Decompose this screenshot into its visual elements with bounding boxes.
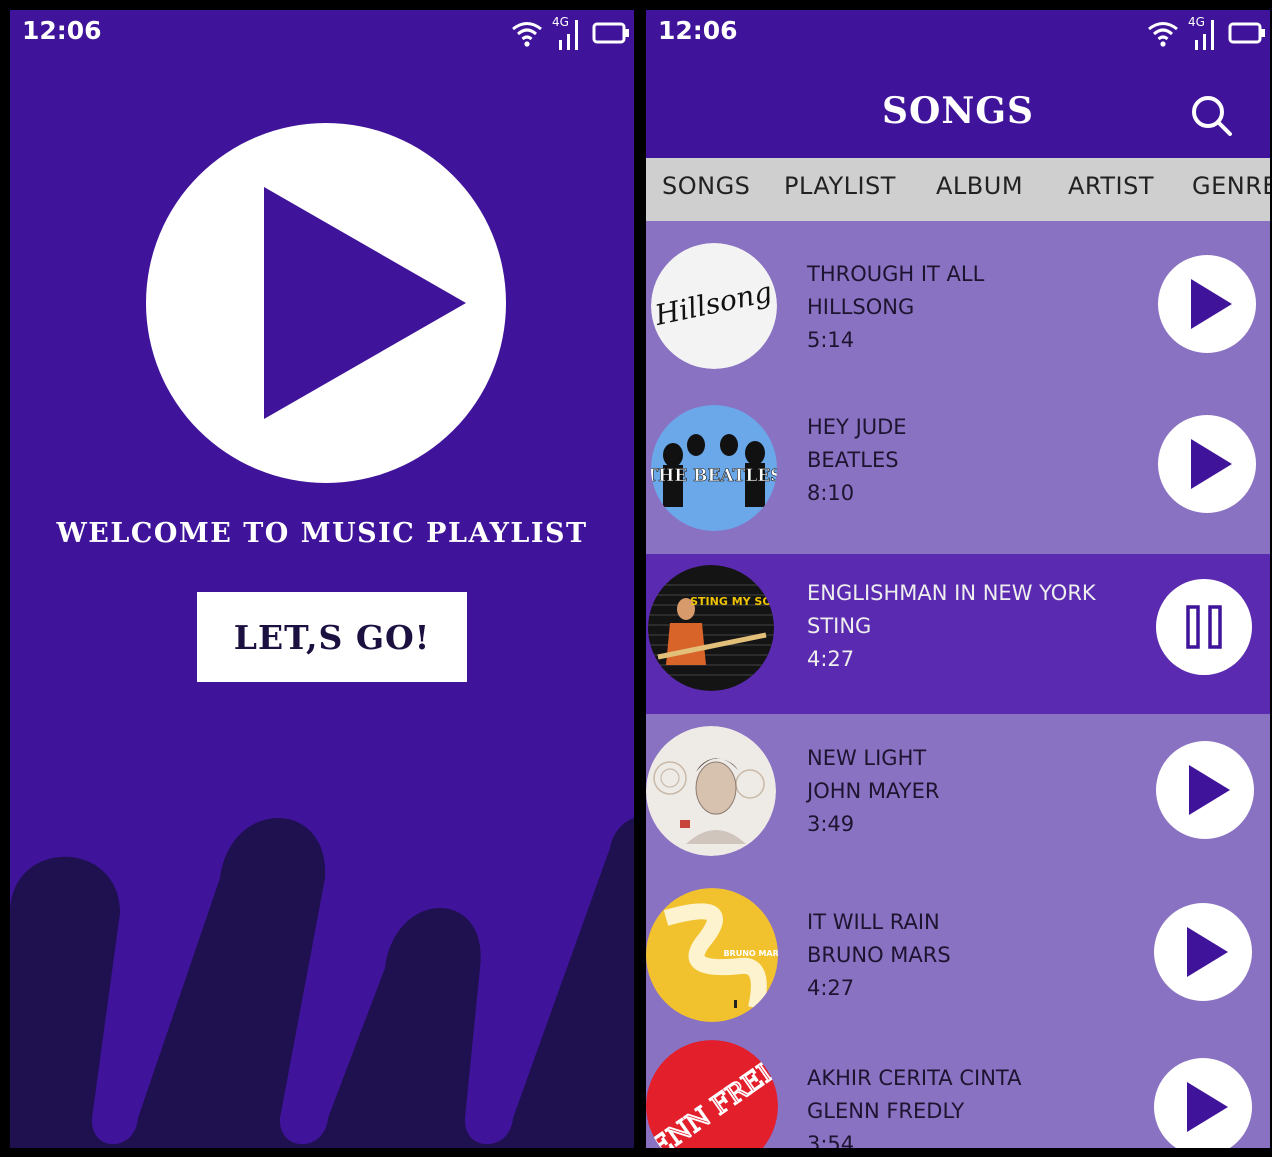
song-title: AKHIR CERITA CINTA bbox=[807, 1066, 1022, 1090]
status-time: 12:06 bbox=[22, 16, 102, 45]
album-cover-bruno-mars: BRUNO MARS bbox=[646, 888, 778, 1022]
song-row-active[interactable]: STING MY SONGS ENGLISHMAN IN NEW YORK ST… bbox=[646, 554, 1270, 714]
song-title: NEW LIGHT bbox=[807, 746, 927, 770]
songs-screen: 12:06 4G SONGS SONGS PLAYLIST ALBUM ARTI… bbox=[646, 10, 1270, 1148]
play-button[interactable] bbox=[1154, 903, 1252, 1001]
play-icon bbox=[1191, 439, 1232, 489]
play-icon bbox=[1187, 1082, 1228, 1132]
song-duration: 4:27 bbox=[807, 976, 855, 1000]
wifi-icon bbox=[512, 22, 542, 47]
welcome-screen: 12:06 4G WELCOME TO MUSIC PLAYLIST LET,S… bbox=[10, 10, 634, 1148]
song-duration: 4:27 bbox=[807, 647, 855, 671]
song-duration: 3:54 bbox=[807, 1132, 855, 1148]
search-icon bbox=[1192, 96, 1232, 136]
song-artist: HILLSONG bbox=[807, 295, 915, 319]
app-bar: SONGS bbox=[646, 10, 1270, 158]
tab-artist[interactable]: ARTIST bbox=[1068, 172, 1154, 200]
song-info: HEY JUDE BEATLES 8:10 bbox=[807, 411, 907, 510]
song-artist: BRUNO MARS bbox=[807, 943, 951, 967]
cellular-signal-icon: 4G bbox=[552, 15, 578, 50]
play-icon bbox=[146, 123, 506, 483]
lets-go-button[interactable]: LET,S GO! bbox=[197, 592, 467, 682]
play-button[interactable] bbox=[1158, 415, 1256, 513]
play-button[interactable] bbox=[1154, 1058, 1252, 1148]
song-row[interactable]: BRUNO MARS IT WILL RAIN BRUNO MARS 4:27 bbox=[646, 874, 1270, 1034]
album-cover-john-mayer bbox=[646, 726, 776, 856]
song-row[interactable]: THE BEATLES HEY JUDE BEATLES 8:10 bbox=[646, 381, 1270, 541]
song-artist: BEATLES bbox=[807, 448, 899, 472]
song-list: Hillsong THROUGH IT ALL HILLSONG 5:14 TH… bbox=[646, 221, 1270, 1148]
album-cover-hillsong: Hillsong bbox=[651, 243, 777, 369]
status-icons: 4G bbox=[510, 14, 630, 52]
song-row[interactable]: Hillsong THROUGH IT ALL HILLSONG 5:14 bbox=[646, 221, 1270, 381]
song-info: AKHIR CERITA CINTA GLENN FREDLY 3:54 bbox=[807, 1062, 1021, 1148]
tab-album[interactable]: ALBUM bbox=[936, 172, 1023, 200]
page-title: SONGS bbox=[881, 90, 1034, 132]
song-title: THROUGH IT ALL bbox=[807, 262, 985, 286]
album-cover-sting: STING MY SONGS bbox=[648, 565, 774, 691]
cover-text: BRUNO MARS bbox=[723, 949, 778, 958]
song-info: IT WILL RAIN BRUNO MARS 4:27 bbox=[807, 906, 951, 1005]
song-title: ENGLISHMAN IN NEW YORK bbox=[807, 581, 1096, 605]
song-artist: GLENN FREDLY bbox=[807, 1099, 965, 1123]
tab-genre[interactable]: GENRE bbox=[1192, 172, 1270, 200]
song-artist: STING bbox=[807, 614, 872, 638]
play-icon bbox=[1189, 765, 1230, 815]
pause-button[interactable] bbox=[1156, 579, 1252, 675]
song-info: NEW LIGHT JOHN MAYER 3:49 bbox=[807, 742, 939, 841]
welcome-title: WELCOME TO MUSIC PLAYLIST bbox=[56, 518, 588, 549]
cover-text: STING MY SONGS bbox=[690, 595, 774, 608]
song-row[interactable]: NEW LIGHT JOHN MAYER 3:49 bbox=[646, 714, 1270, 874]
album-cover-glenn-fredly: GLENN FREDLY bbox=[646, 1040, 778, 1148]
status-bar: 12:06 4G bbox=[10, 10, 634, 54]
song-info: THROUGH IT ALL HILLSONG 5:14 bbox=[807, 258, 984, 357]
tab-bar: SONGS PLAYLIST ALBUM ARTIST GENRE bbox=[646, 158, 1270, 221]
song-title: IT WILL RAIN bbox=[807, 910, 940, 934]
battery-icon bbox=[592, 22, 629, 44]
decorative-wave bbox=[10, 818, 634, 1148]
song-duration: 3:49 bbox=[807, 812, 855, 836]
album-cover-beatles: THE BEATLES bbox=[651, 405, 777, 531]
tab-playlist[interactable]: PLAYLIST bbox=[784, 172, 896, 200]
play-icon bbox=[1191, 279, 1232, 329]
song-row[interactable]: GLENN FREDLY AKHIR CERITA CINTA GLENN FR… bbox=[646, 1034, 1270, 1148]
song-title: HEY JUDE bbox=[807, 415, 907, 439]
play-button[interactable] bbox=[1158, 255, 1256, 353]
song-artist: JOHN MAYER bbox=[807, 779, 940, 803]
tab-songs[interactable]: SONGS bbox=[662, 172, 750, 200]
play-icon bbox=[1187, 927, 1228, 977]
song-info: ENGLISHMAN IN NEW YORK STING 4:27 bbox=[807, 577, 1096, 676]
song-duration: 8:10 bbox=[807, 481, 855, 505]
cover-text: THE BEATLES bbox=[651, 466, 777, 486]
play-button[interactable] bbox=[1156, 741, 1254, 839]
network-type: 4G bbox=[552, 15, 569, 29]
pause-icon bbox=[1186, 605, 1222, 649]
song-duration: 5:14 bbox=[807, 328, 855, 352]
search-button[interactable] bbox=[1190, 94, 1234, 138]
